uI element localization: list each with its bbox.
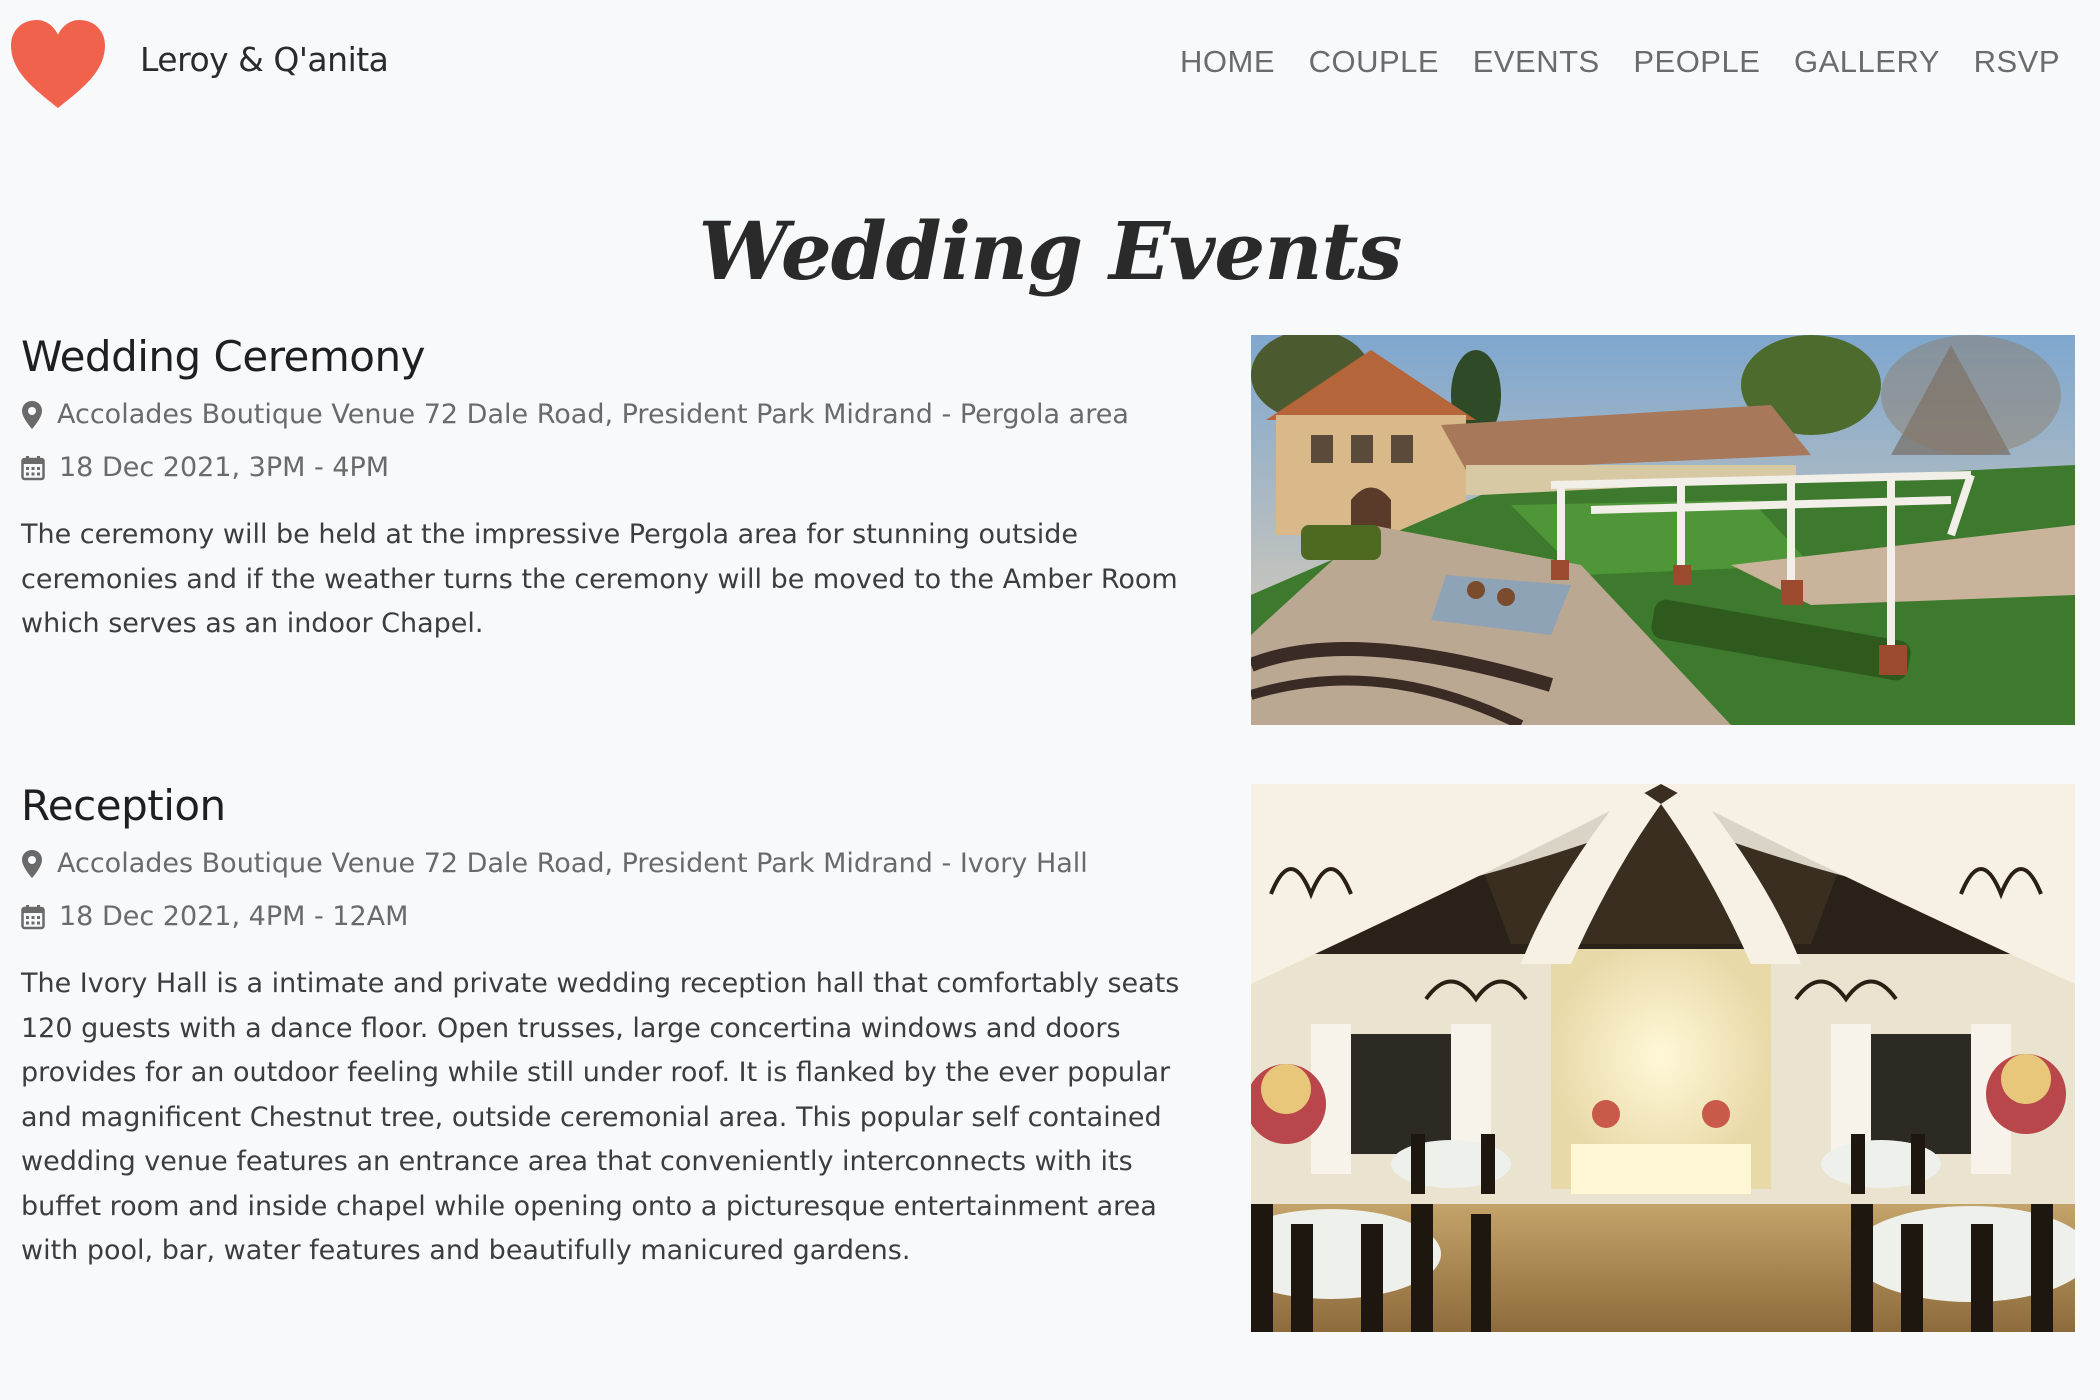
nav-events[interactable]: EVENTS	[1473, 44, 1600, 80]
nav-rsvp[interactable]: RSVP	[1974, 44, 2060, 80]
event-description: The ceremony will be held at the impress…	[21, 519, 1178, 639]
map-pin-icon	[22, 849, 42, 878]
event-ceremony: Wedding Ceremony Accolades Boutique Venu…	[21, 332, 1191, 674]
calendar-icon	[21, 455, 45, 480]
brand-name[interactable]: Leroy & Q'anita	[140, 40, 389, 79]
event-title: Reception	[21, 781, 226, 830]
ceremony-venue-photo	[1251, 335, 2075, 725]
heart-icon[interactable]	[9, 18, 107, 110]
event-location: Accolades Boutique Venue 72 Dale Road, P…	[21, 848, 1191, 879]
nav-people[interactable]: PEOPLE	[1633, 44, 1760, 80]
nav-couple[interactable]: COUPLE	[1309, 44, 1439, 80]
datetime-text: 18 Dec 2021, 3PM - 4PM	[59, 452, 390, 483]
reception-hall-photo	[1251, 784, 2075, 1332]
nav-gallery[interactable]: GALLERY	[1794, 44, 1940, 80]
location-text: Accolades Boutique Venue 72 Dale Road, P…	[57, 399, 1129, 430]
nav-home[interactable]: HOME	[1180, 44, 1275, 80]
page-title: Wedding Events	[698, 203, 1403, 298]
event-location: Accolades Boutique Venue 72 Dale Road, P…	[21, 399, 1191, 430]
map-pin-icon	[22, 400, 42, 429]
event-title: Wedding Ceremony	[21, 332, 425, 381]
calendar-icon	[21, 904, 45, 929]
main-nav: HOME COUPLE EVENTS PEOPLE GALLERY RSVP	[1180, 44, 2060, 80]
event-reception: Reception Accolades Boutique Venue 72 Da…	[21, 781, 1191, 1301]
datetime-text: 18 Dec 2021, 4PM - 12AM	[59, 901, 409, 932]
event-datetime: 18 Dec 2021, 4PM - 12AM	[21, 901, 1191, 932]
location-text: Accolades Boutique Venue 72 Dale Road, P…	[57, 848, 1088, 879]
event-description: The Ivory Hall is a intimate and private…	[21, 968, 1180, 1266]
event-datetime: 18 Dec 2021, 3PM - 4PM	[21, 452, 1191, 483]
